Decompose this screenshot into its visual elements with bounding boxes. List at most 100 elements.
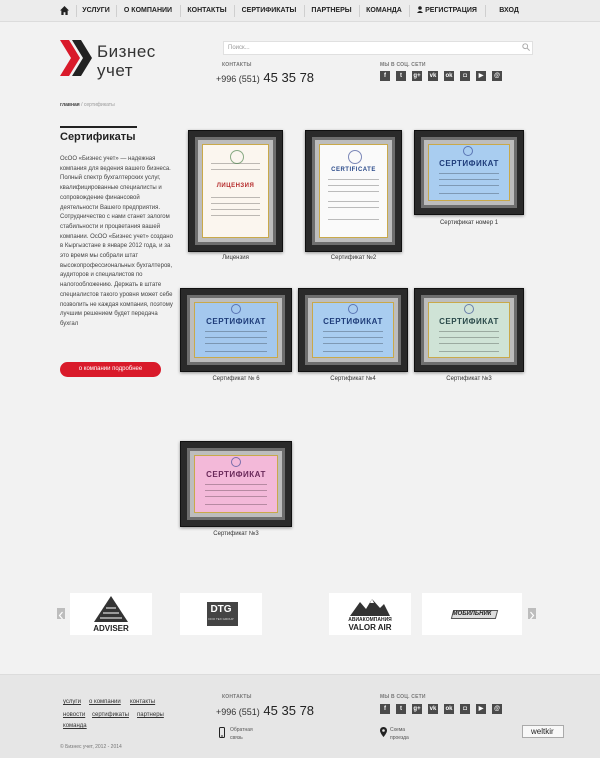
instagram-icon[interactable]: ◘ — [460, 71, 470, 81]
weltkir-badge[interactable]: weltkir — [522, 725, 564, 738]
carousel-prev-arrow[interactable] — [57, 608, 65, 620]
youtube-icon[interactable]: ▶ — [476, 71, 486, 81]
facebook-icon[interactable]: f — [380, 704, 390, 714]
certificate-frame: СЕРТИФИКАТ — [414, 130, 524, 215]
certificate-caption: Сертификат № 6 — [212, 376, 260, 382]
instagram-icon[interactable]: ◘ — [460, 704, 470, 714]
certificate-item[interactable]: СЕРТИФИКАТ Сертификат № 6 — [180, 288, 292, 388]
certificate-heading: СЕРТИФИКАТ — [439, 317, 499, 326]
footer-link-contacts[interactable]: контакты — [130, 699, 155, 705]
footer-phone[interactable]: +996 (551) 45 35 78 — [216, 703, 314, 718]
footer-link-services[interactable]: услуги — [63, 699, 81, 705]
breadcrumb-separator: / — [81, 102, 83, 108]
partner-logo-mobilnik[interactable]: МОБИЛЬНИК — [422, 593, 522, 635]
partner-name: DTG — [210, 604, 232, 615]
mobile-phone-icon — [219, 727, 225, 738]
carousel-next-arrow[interactable] — [528, 608, 536, 620]
certificate-frame: ЛИЦЕНЗИЯ — [188, 130, 283, 252]
user-icon — [417, 6, 424, 13]
certificate-image: СЕРТИФИКАТ — [428, 302, 510, 358]
certificate-frame: СЕРТИФИКАТ — [180, 441, 292, 527]
home-icon[interactable] — [60, 6, 69, 15]
certificate-frame: СЕРТИФИКАТ — [180, 288, 292, 372]
breadcrumb-current: сертификаты — [83, 102, 115, 108]
certificate-heading: СЕРТИФИКАТ — [323, 317, 383, 326]
footer-link-certificates[interactable]: сертификаты — [92, 712, 129, 718]
mountains-logo-icon — [350, 599, 390, 616]
nav-item-contacts[interactable]: Контакты — [180, 0, 234, 22]
nav-item-login[interactable]: Вход — [485, 0, 533, 22]
certificate-item[interactable]: СЕРТИФИКАТ Сертификат №3 — [414, 288, 524, 388]
certificate-item[interactable]: CERTIFICATE Сертификат №2 — [305, 130, 402, 265]
vk-icon[interactable]: vk — [428, 704, 438, 714]
feedback-line-1: Обратная — [230, 727, 253, 733]
certificate-item[interactable]: СЕРТИФИКАТ Сертификат №4 — [298, 288, 408, 388]
certificate-item[interactable]: СЕРТИФИКАТ Сертификат №3 — [180, 441, 292, 541]
googleplus-icon[interactable]: g+ — [412, 704, 422, 714]
breadcrumb: главная / сертификаты — [60, 102, 115, 108]
twitter-icon[interactable]: t — [396, 704, 406, 714]
nav-item-team[interactable]: Команда — [359, 0, 409, 22]
certificate-item[interactable]: ЛИЦЕНЗИЯ Лицензия — [188, 130, 283, 265]
twitter-icon[interactable]: t — [396, 71, 406, 81]
certificate-frame: СЕРТИФИКАТ — [414, 288, 524, 372]
header-phone[interactable]: +996 (551) 45 35 78 — [216, 70, 314, 85]
map-line-2: проезда — [390, 735, 409, 741]
sidebar-description: ОсОО «Бизнес учет» — надежная компания д… — [60, 156, 173, 327]
feedback-line-2: связь — [230, 735, 243, 741]
certificate-item[interactable]: СЕРТИФИКАТ Сертификат номер 1 — [414, 130, 524, 232]
certificate-image: CERTIFICATE — [319, 144, 388, 238]
directions-link[interactable]: Схема проезда — [390, 726, 409, 742]
footer-link-about[interactable]: о компании — [89, 699, 121, 705]
certificate-heading: CERTIFICATE — [331, 167, 376, 173]
googleplus-icon[interactable]: g+ — [412, 71, 422, 81]
partner-logo-valor-air[interactable]: АВИАКОМПАНИЯ VALOR AIR — [329, 593, 411, 635]
certificate-caption: Сертификат №2 — [330, 255, 377, 261]
facebook-icon[interactable]: f — [380, 71, 390, 81]
chevron-right-icon — [530, 611, 535, 620]
footer-link-partners[interactable]: партнеры — [137, 712, 164, 718]
map-pin-icon — [380, 727, 387, 737]
footer-social-links: f t g+ vk ok ◘ ▶ @ — [380, 704, 502, 714]
contacts-label: контакты — [222, 62, 252, 68]
search-input[interactable]: Поиск... — [223, 41, 533, 55]
partner-subtitle: VALOR AIR — [348, 623, 392, 632]
search-icon[interactable] — [522, 43, 530, 51]
footer-link-team[interactable]: команда — [63, 723, 87, 729]
youtube-icon[interactable]: ▶ — [476, 704, 486, 714]
logo-line-2: учет — [97, 61, 134, 80]
certificate-caption: Сертификат №3 — [446, 376, 492, 382]
about-company-button[interactable]: о компании подробнее — [60, 362, 161, 377]
logo-text[interactable]: Бизнес учет — [97, 42, 156, 80]
partner-name: ADVISER — [93, 624, 129, 633]
logo-icon[interactable] — [60, 40, 92, 76]
moimir-icon[interactable]: @ — [492, 71, 502, 81]
footer-link-news[interactable]: новости — [63, 712, 85, 718]
register-label: Регистрация — [425, 7, 477, 14]
odnoklassniki-icon[interactable]: ok — [444, 71, 454, 81]
certificate-image: СЕРТИФИКАТ — [194, 302, 278, 358]
logo-line-1: Бизнес — [97, 42, 156, 61]
nav-item-about[interactable]: О компании — [116, 0, 180, 22]
certificate-heading: СЕРТИФИКАТ — [206, 470, 266, 479]
nav-item-register[interactable]: Регистрация — [409, 0, 485, 22]
nav-item-services[interactable]: Услуги — [76, 0, 116, 22]
feedback-link[interactable]: Обратная связь — [230, 726, 253, 742]
vk-icon[interactable]: vk — [428, 71, 438, 81]
odnoklassniki-icon[interactable]: ok — [444, 704, 454, 714]
moimir-icon[interactable]: @ — [492, 704, 502, 714]
certificate-frame: СЕРТИФИКАТ — [298, 288, 408, 372]
phone-prefix: +996 (551) — [216, 74, 260, 84]
nav-item-partners[interactable]: Партнеры — [304, 0, 359, 22]
certificate-heading: ЛИЦЕНЗИЯ — [216, 183, 255, 189]
breadcrumb-home[interactable]: главная — [60, 102, 80, 108]
header-social-links: f t g+ vk ok ◘ ▶ @ — [380, 71, 502, 81]
certificate-image: СЕРТИФИКАТ — [312, 302, 394, 358]
certificate-heading: СЕРТИФИКАТ — [439, 159, 499, 168]
nav-item-certificates[interactable]: Сертификаты — [234, 0, 304, 22]
certificate-image: СЕРТИФИКАТ — [428, 144, 510, 201]
partner-logo-dtg[interactable]: DTG DOO TEX GROUP — [180, 593, 262, 635]
partner-logo-adviser[interactable]: ADVISER — [70, 593, 152, 635]
adviser-logo-icon — [94, 596, 128, 622]
partner-name: МОБИЛЬНИК — [452, 611, 492, 617]
